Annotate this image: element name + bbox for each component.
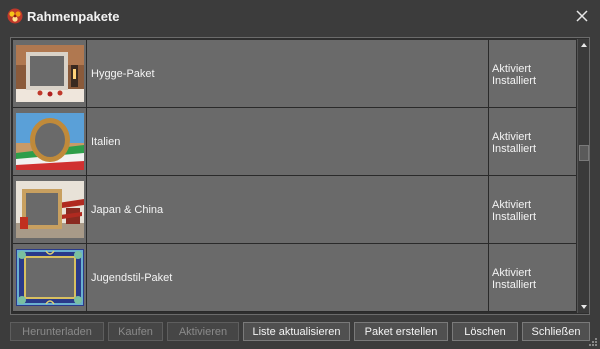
thumbnail-cell xyxy=(13,40,87,108)
status-cell: Aktiviert Installiert xyxy=(490,108,576,176)
name-cell: Jugendstil-Paket xyxy=(88,244,489,312)
scroll-thumb[interactable] xyxy=(579,145,589,161)
package-row[interactable]: Japan & China Aktiviert Installiert xyxy=(13,176,576,244)
scroll-up-arrow-icon[interactable] xyxy=(578,39,590,51)
status-activated: Aktiviert xyxy=(492,63,532,75)
italy-frame-thumbnail xyxy=(16,113,84,170)
package-list[interactable]: Hygge-Paket Aktiviert Installiert Italie… xyxy=(10,37,590,315)
refresh-list-button[interactable]: Liste aktualisieren xyxy=(243,322,350,341)
thumbnail-cell xyxy=(13,108,87,176)
status-installed: Installiert xyxy=(492,211,537,223)
scroll-down-arrow-icon[interactable] xyxy=(578,301,590,313)
status-activated: Aktiviert xyxy=(492,267,532,279)
resize-grip-icon[interactable] xyxy=(588,337,598,347)
name-cell: Hygge-Paket xyxy=(88,40,489,108)
app-logo-icon xyxy=(7,8,23,24)
art-nouveau-frame-thumbnail xyxy=(16,249,84,306)
package-row[interactable]: Jugendstil-Paket Aktiviert Installiert xyxy=(13,244,576,312)
download-button[interactable]: Herunterladen xyxy=(10,322,104,341)
asia-frame-thumbnail xyxy=(16,181,84,238)
status-cell: Aktiviert Installiert xyxy=(490,176,576,244)
thumbnail-cell xyxy=(13,244,87,312)
name-cell: Japan & China xyxy=(88,176,489,244)
package-list-rows: Hygge-Paket Aktiviert Installiert Italie… xyxy=(13,40,576,312)
package-name: Hygge-Paket xyxy=(91,68,155,80)
status-installed: Installiert xyxy=(492,75,537,87)
activate-button[interactable]: Aktivieren xyxy=(167,322,239,341)
package-row[interactable]: Italien Aktiviert Installiert xyxy=(13,108,576,176)
close-window-button[interactable] xyxy=(570,4,594,28)
package-name: Jugendstil-Paket xyxy=(91,272,173,284)
package-name: Japan & China xyxy=(91,204,164,216)
package-name: Italien xyxy=(91,136,121,148)
create-package-button[interactable]: Paket erstellen xyxy=(354,322,448,341)
status-activated: Aktiviert xyxy=(492,199,532,211)
title-bar: Rahmenpakete xyxy=(0,0,600,31)
status-installed: Installiert xyxy=(492,143,537,155)
thumbnail-cell xyxy=(13,176,87,244)
buy-button[interactable]: Kaufen xyxy=(108,322,163,341)
name-cell: Italien xyxy=(88,108,489,176)
delete-button[interactable]: Löschen xyxy=(452,322,518,341)
status-cell: Aktiviert Installiert xyxy=(490,244,576,312)
status-activated: Aktiviert xyxy=(492,131,532,143)
vertical-scrollbar[interactable] xyxy=(577,39,589,313)
window-title: Rahmenpakete xyxy=(27,9,120,24)
hygge-frame-thumbnail xyxy=(16,45,84,102)
status-cell: Aktiviert Installiert xyxy=(490,40,576,108)
status-installed: Installiert xyxy=(492,279,537,291)
package-row[interactable]: Hygge-Paket Aktiviert Installiert xyxy=(13,40,576,108)
close-icon xyxy=(576,10,588,22)
close-button[interactable]: Schließen xyxy=(522,322,590,341)
